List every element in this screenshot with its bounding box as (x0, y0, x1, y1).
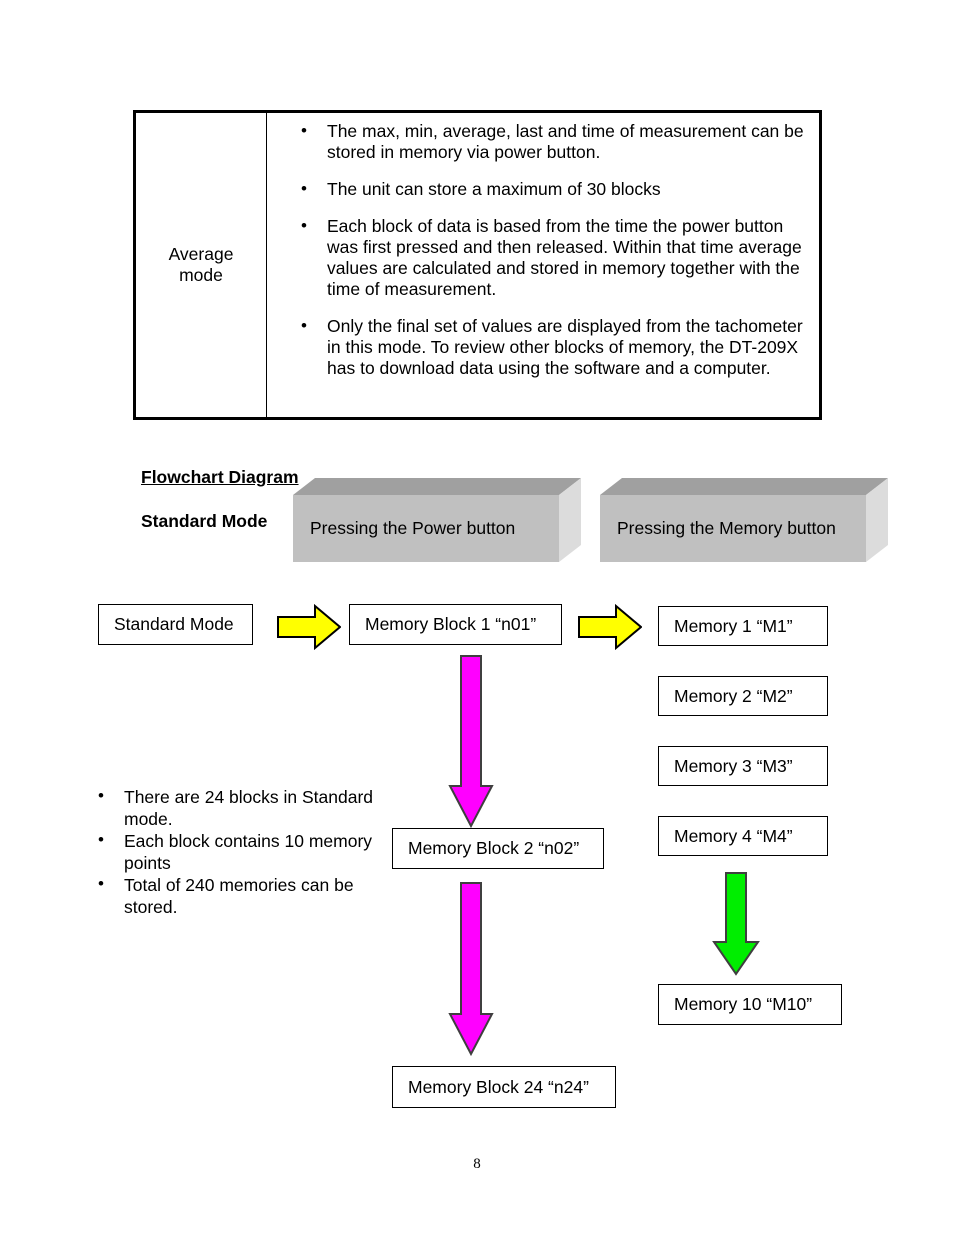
notes-list-item: There are 24 blocks in Standard mode. (88, 785, 378, 830)
mode-label-line1: Average (168, 244, 234, 264)
document-page: Average mode The max, min, average, last… (0, 0, 954, 1235)
banner-label: Pressing the Memory button (617, 518, 836, 538)
table-bullet-item: The unit can store a maximum of 30 block… (293, 178, 815, 200)
arrow-right-yellow-icon (578, 604, 642, 650)
flow-box-label: Memory 3 “M3” (674, 755, 793, 776)
flow-box-label: Standard Mode (114, 614, 234, 634)
table-bullet-item: The max, min, average, last and time of … (293, 120, 815, 163)
banner-pressing-power-button: Pressing the Power button (293, 478, 581, 562)
flow-box-label: Memory 2 “M2” (674, 685, 793, 706)
flow-box-memory-4: Memory 4 “M4” (658, 816, 828, 856)
flow-box-label: Memory 4 “M4” (674, 825, 793, 846)
flow-box-memory-10: Memory 10 “M10” (658, 984, 842, 1025)
banner-top-face (600, 478, 888, 495)
arrow-down-green-icon (712, 872, 760, 976)
table-bullet-item: Each block of data is based from the tim… (293, 215, 815, 300)
flow-box-label: Memory 1 “M1” (674, 615, 793, 636)
flow-box-label: Memory Block 1 “n01” (365, 614, 537, 634)
banner-top-face (293, 478, 581, 495)
notes-list-item: Total of 240 memories can be stored. (88, 873, 378, 918)
banner-front-face: Pressing the Memory button (600, 495, 866, 562)
average-mode-table: Average mode The max, min, average, last… (133, 110, 822, 420)
table-cell-mode-label: Average mode (136, 113, 267, 417)
arrow-right-yellow-icon (277, 604, 341, 650)
flow-box-memory-block-2: Memory Block 2 “n02” (392, 828, 604, 869)
notes-list: There are 24 blocks in Standard mode. Ea… (88, 785, 378, 918)
flowchart-diagram-heading: Flowchart Diagram (141, 467, 299, 487)
mode-label-text: Average mode (169, 244, 234, 286)
banner-label: Pressing the Power button (310, 518, 516, 538)
arrow-down-magenta-icon (448, 655, 494, 828)
flow-box-standard-mode: Standard Mode (98, 604, 253, 645)
flow-box-memory-block-24: Memory Block 24 “n24” (392, 1066, 616, 1108)
flow-box-label: Memory 10 “M10” (674, 994, 813, 1014)
flow-box-label: Memory Block 24 “n24” (408, 1076, 589, 1097)
notes-list-item: Each block contains 10 memory points (88, 829, 378, 874)
table-bullet-item: Only the final set of values are display… (293, 315, 815, 379)
standard-mode-heading: Standard Mode (141, 511, 268, 531)
mode-label-line2: mode (179, 265, 223, 285)
flow-box-memory-1: Memory 1 “M1” (658, 606, 828, 646)
table-bullet-list: The max, min, average, last and time of … (293, 120, 815, 379)
flow-box-memory-3: Memory 3 “M3” (658, 746, 828, 786)
arrow-down-magenta-icon (448, 882, 494, 1056)
flow-box-memory-2: Memory 2 “M2” (658, 676, 828, 716)
table-cell-description: The max, min, average, last and time of … (267, 113, 819, 417)
standard-mode-notes: There are 24 blocks in Standard mode. Ea… (88, 785, 378, 918)
page-number: 8 (473, 1156, 481, 1172)
flow-box-label: Memory Block 2 “n02” (408, 838, 580, 858)
banner-front-face: Pressing the Power button (293, 495, 559, 562)
flow-box-memory-block-1: Memory Block 1 “n01” (349, 604, 562, 645)
banner-pressing-memory-button: Pressing the Memory button (600, 478, 888, 562)
